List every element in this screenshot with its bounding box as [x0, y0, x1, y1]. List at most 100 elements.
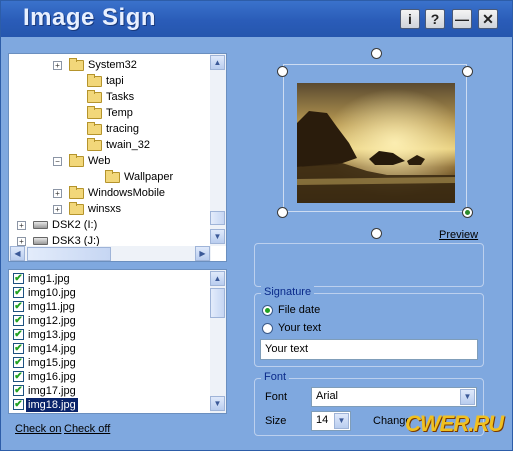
preview-photo: [297, 83, 455, 203]
expand-icon[interactable]: +: [53, 205, 62, 214]
tree-item-label: tapi: [106, 75, 124, 87]
position-handle-bottom-left[interactable]: [277, 207, 288, 218]
preview-image: [297, 83, 455, 203]
your-text-radio[interactable]: [262, 323, 273, 334]
window-title: Image Sign: [23, 4, 157, 31]
info-button[interactable]: i: [400, 9, 420, 29]
folder-icon: [87, 138, 102, 151]
tree-item-label: winsxs: [88, 203, 122, 215]
folder-icon: [87, 90, 102, 103]
expand-icon[interactable]: +: [17, 221, 26, 230]
file-list[interactable]: ✔ img1.jpg ✔ img10.jpg ✔ img11.jpg ✔ img12.jpg ✔…: [8, 269, 227, 414]
file-list-item[interactable]: ✔ img13.jpg: [9, 328, 211, 342]
file-date-radio[interactable]: [262, 305, 273, 316]
file-checkbox[interactable]: ✔: [13, 399, 24, 410]
tree-item[interactable]: Temp: [9, 105, 209, 121]
file-checkbox[interactable]: ✔: [13, 385, 24, 396]
signature-group-title: Signature: [261, 286, 315, 298]
minimize-button[interactable]: —: [452, 9, 472, 29]
scroll-thumb[interactable]: [210, 211, 225, 225]
position-handle-bottom-right[interactable]: [462, 207, 473, 218]
tree-item-label: twain_32: [106, 139, 151, 151]
tree-item[interactable]: − Web: [9, 153, 209, 169]
hscroll-thumb[interactable]: [27, 247, 111, 261]
close-button[interactable]: ✕: [478, 9, 498, 29]
info-box: [254, 243, 484, 287]
tree-item-label: Web: [88, 155, 111, 167]
expand-icon[interactable]: +: [53, 189, 62, 198]
folder-icon: [87, 122, 102, 135]
check-on-link[interactable]: Check on: [15, 423, 61, 435]
file-name: img1.jpg: [28, 273, 70, 285]
app-window: Image Sign i ? — ✕ + System32 tapi Tasks Tem…: [0, 0, 513, 451]
file-list-item[interactable]: ✔ img16.jpg: [9, 370, 211, 384]
file-name: img12.jpg: [28, 315, 76, 327]
file-list-item[interactable]: ✔ img17.jpg: [9, 384, 211, 398]
tree-item[interactable]: Tasks: [9, 89, 209, 105]
check-off-link[interactable]: Check off: [64, 423, 110, 435]
help-button[interactable]: ?: [425, 9, 445, 29]
tree-vertical-scrollbar[interactable]: ▲ ▼: [210, 54, 226, 246]
position-handle-top-left[interactable]: [277, 66, 288, 77]
font-group-title: Font: [261, 371, 290, 383]
folder-tree[interactable]: + System32 tapi Tasks Temp tracing twain_32 − We…: [8, 53, 227, 262]
tree-item[interactable]: + winsxs: [9, 201, 209, 217]
signature-text-input[interactable]: Your text: [260, 339, 478, 360]
tree-item[interactable]: Wallpaper: [9, 169, 209, 185]
file-list-item[interactable]: ✔ img15.jpg: [9, 356, 211, 370]
file-checkbox[interactable]: ✔: [13, 301, 24, 312]
files-vertical-scrollbar[interactable]: ▲ ▼: [210, 270, 226, 413]
file-name: img11.jpg: [28, 301, 75, 313]
folder-icon: [87, 106, 102, 119]
position-handle-top[interactable]: [371, 48, 382, 59]
scroll-thumb[interactable]: [210, 288, 225, 318]
font-label: Font: [265, 391, 288, 403]
position-handle-bottom[interactable]: [371, 228, 382, 239]
file-list-item[interactable]: ✔ img1.jpg: [9, 272, 211, 286]
tree-item[interactable]: + WindowsMobile: [9, 185, 209, 201]
scroll-right-button[interactable]: ▶: [195, 246, 210, 261]
scroll-up-button[interactable]: ▲: [210, 271, 225, 286]
preview-link[interactable]: Preview: [439, 229, 478, 241]
tree-item[interactable]: tapi: [9, 73, 209, 89]
scroll-up-button[interactable]: ▲: [210, 55, 225, 70]
chevron-down-icon[interactable]: ▼: [460, 389, 475, 405]
scroll-down-button[interactable]: ▼: [210, 396, 225, 411]
file-checkbox[interactable]: ✔: [13, 371, 24, 382]
title-bar[interactable]: Image Sign i ? — ✕: [1, 1, 512, 37]
file-checkbox[interactable]: ✔: [13, 343, 24, 354]
tree-item[interactable]: twain_32: [9, 137, 209, 153]
folder-icon: [69, 186, 84, 199]
file-list-item[interactable]: ✔ img18.jpg: [9, 398, 211, 412]
expand-icon[interactable]: +: [17, 237, 26, 246]
file-checkbox[interactable]: ✔: [13, 273, 24, 284]
tree-item[interactable]: + System32: [9, 57, 209, 73]
size-select[interactable]: 14 ▼: [311, 411, 351, 431]
file-list-item[interactable]: ✔ img10.jpg: [9, 286, 211, 300]
tree-item-label: tracing: [106, 123, 140, 135]
collapse-icon[interactable]: −: [53, 157, 62, 166]
file-list-item[interactable]: ✔ img12.jpg: [9, 314, 211, 328]
tree-item-label: Temp: [106, 107, 133, 119]
font-select[interactable]: Arial ▼: [311, 387, 477, 407]
chevron-down-icon[interactable]: ▼: [334, 413, 349, 429]
tree-item[interactable]: + DSK2 (I:): [9, 217, 209, 233]
scroll-down-button[interactable]: ▼: [210, 229, 225, 244]
tree-horizontal-scrollbar[interactable]: ◀ ▶: [9, 246, 211, 261]
scroll-left-button[interactable]: ◀: [10, 246, 25, 261]
file-checkbox[interactable]: ✔: [13, 287, 24, 298]
file-list-item[interactable]: ✔ img11.jpg: [9, 300, 211, 314]
expand-icon[interactable]: +: [53, 61, 62, 70]
file-list-item[interactable]: ✔ img14.jpg: [9, 342, 211, 356]
file-checkbox[interactable]: ✔: [13, 315, 24, 326]
file-date-label: File date: [278, 304, 321, 316]
file-checkbox[interactable]: ✔: [13, 329, 24, 340]
folder-icon: [87, 74, 102, 87]
folder-icon: [69, 202, 84, 215]
tree-item[interactable]: tracing: [9, 121, 209, 137]
file-name: img15.jpg: [28, 357, 76, 369]
file-name: img13.jpg: [28, 329, 76, 341]
file-name: img10.jpg: [28, 287, 76, 299]
position-handle-top-right[interactable]: [462, 66, 473, 77]
file-checkbox[interactable]: ✔: [13, 357, 24, 368]
